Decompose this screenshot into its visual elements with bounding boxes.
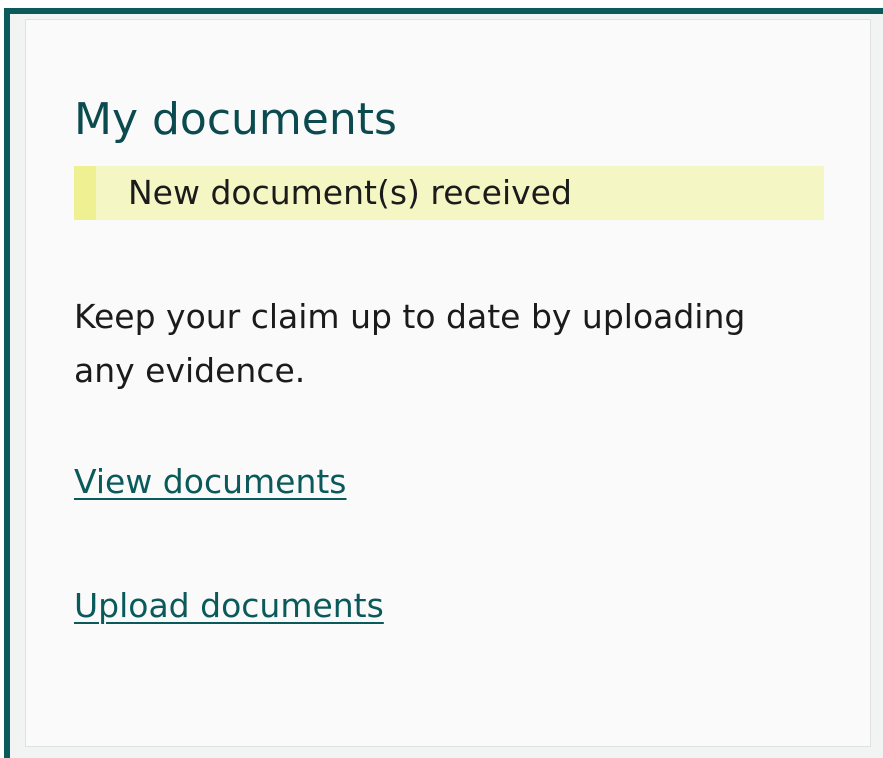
card-title: My documents [74,94,397,145]
card-description: Keep your claim up to date by uploading … [74,297,746,390]
notification-text: New document(s) received [128,173,572,212]
documents-panel-frame: My documents New document(s) received Ke… [4,8,883,758]
view-documents-link[interactable]: View documents [74,460,347,504]
upload-documents-link[interactable]: Upload documents [74,584,384,628]
new-documents-notification: New document(s) received [74,166,824,220]
my-documents-card: My documents New document(s) received Ke… [25,19,871,747]
